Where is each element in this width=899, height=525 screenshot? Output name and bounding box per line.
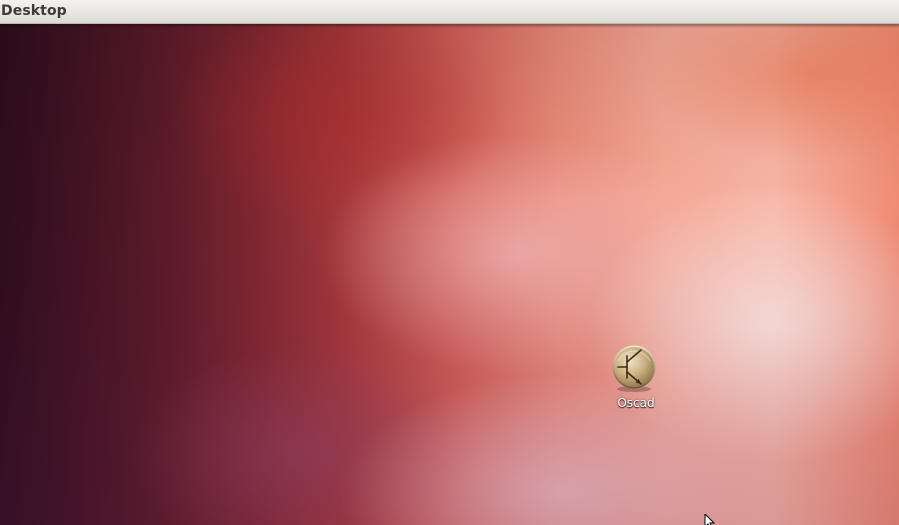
top-panel-shadow xyxy=(0,24,899,28)
arrow-cursor-icon xyxy=(704,514,716,525)
desktop-wallpaper[interactable] xyxy=(0,24,899,525)
transistor-icon xyxy=(612,345,656,392)
desktop-icon-label: Oscad xyxy=(617,396,655,410)
desktop-icon-oscad[interactable]: Oscad xyxy=(604,345,668,415)
window-title: Desktop xyxy=(1,3,67,19)
top-panel: Desktop xyxy=(0,0,899,24)
screen: Desktop Oscad xyxy=(0,0,899,525)
